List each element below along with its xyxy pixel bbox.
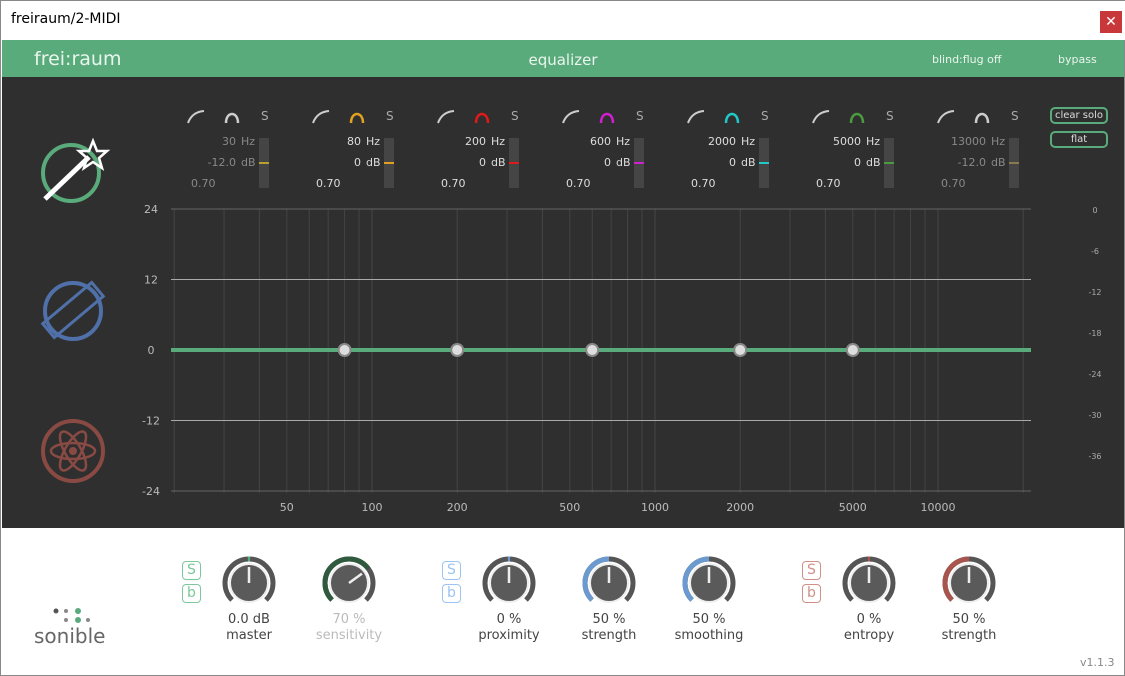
db-tick-label: -24 [142, 485, 160, 498]
solo-toggle-1[interactable]: S [182, 561, 201, 580]
freq-tick-label: 200 [447, 501, 468, 514]
solo-toggle-2[interactable]: S [442, 561, 461, 580]
knob-entropy[interactable]: 0 % entropy [824, 556, 914, 656]
bypass-toggle-3[interactable]: b [802, 584, 821, 603]
freq-tick-label: 5000 [839, 501, 867, 514]
freq-tick-label: 1000 [641, 501, 669, 514]
meter-tick-label: -24 [1088, 370, 1101, 379]
freq-tick-label: 50 [280, 501, 294, 514]
meter-tick-label: -18 [1088, 329, 1101, 338]
meter-tick-label: -12 [1088, 288, 1101, 297]
sonible-logo: sonible [34, 624, 106, 648]
freq-tick-label: 2000 [726, 501, 754, 514]
knob-value: 0 % [856, 612, 882, 627]
knob-value: 50 % [692, 612, 726, 627]
db-tick-label: 12 [144, 274, 158, 287]
knob-value: 50 % [952, 612, 986, 627]
knob-smoothing[interactable]: 50 % smoothing [664, 556, 754, 656]
knob-value: 70 % [332, 612, 366, 627]
solo-toggle-3[interactable]: S [802, 561, 821, 580]
knob-dial[interactable] [942, 556, 996, 610]
eq-graph[interactable]: 24 12 0 -12 -24 50 100 200 500 1000 2000 5000 10000 0… [1, 1, 1125, 528]
knob-label: proximity [478, 628, 540, 643]
knob-label: strength [941, 628, 997, 643]
knob-master[interactable]: 0.0 dB master [204, 556, 294, 656]
band-node-handle[interactable] [585, 343, 600, 357]
db-tick-label: 0 [148, 344, 155, 357]
version-label: v1.1.3 [1080, 656, 1115, 669]
knob-dial[interactable] [482, 556, 536, 610]
freq-tick-label: 500 [559, 501, 580, 514]
sonible-logo-dots [53, 608, 90, 623]
knob-label: master [226, 628, 272, 643]
knob-label: smoothing [674, 628, 744, 643]
knob-sensitivity[interactable]: 70 % sensitivity [304, 556, 394, 656]
bypass-toggle-2[interactable]: b [442, 584, 461, 603]
knob-proximity[interactable]: 0 % proximity [464, 556, 554, 656]
knob-strength[interactable]: 50 % strength [924, 556, 1014, 656]
db-tick-label: -12 [142, 415, 160, 428]
knob-dial[interactable] [582, 556, 636, 610]
freq-tick-label: 100 [362, 501, 383, 514]
knob-strength[interactable]: 50 % strength [564, 556, 654, 656]
band-node-handle[interactable] [450, 343, 465, 357]
knob-dial[interactable] [322, 556, 376, 610]
knob-label: strength [581, 628, 637, 643]
meter-tick-label: -30 [1088, 411, 1101, 420]
knob-label: entropy [843, 628, 895, 643]
meter-tick-label: -36 [1088, 452, 1101, 461]
knob-value: 0.0 dB [228, 612, 270, 627]
freq-tick-label: 10000 [921, 501, 956, 514]
band-node-handle[interactable] [733, 343, 748, 357]
db-tick-label: 24 [144, 203, 158, 216]
knob-dial[interactable] [682, 556, 736, 610]
meter-tick-label: 0 [1092, 206, 1097, 215]
band-node-handle[interactable] [845, 343, 860, 357]
knob-value: 50 % [592, 612, 626, 627]
knob-label: sensitivity [315, 628, 383, 643]
meter-tick-label: -6 [1091, 247, 1099, 256]
band-node-handle[interactable] [337, 343, 352, 357]
knob-dial[interactable] [842, 556, 896, 610]
bypass-toggle-1[interactable]: b [182, 584, 201, 603]
knob-value: 0 % [496, 612, 522, 627]
knob-dial[interactable] [222, 556, 276, 610]
